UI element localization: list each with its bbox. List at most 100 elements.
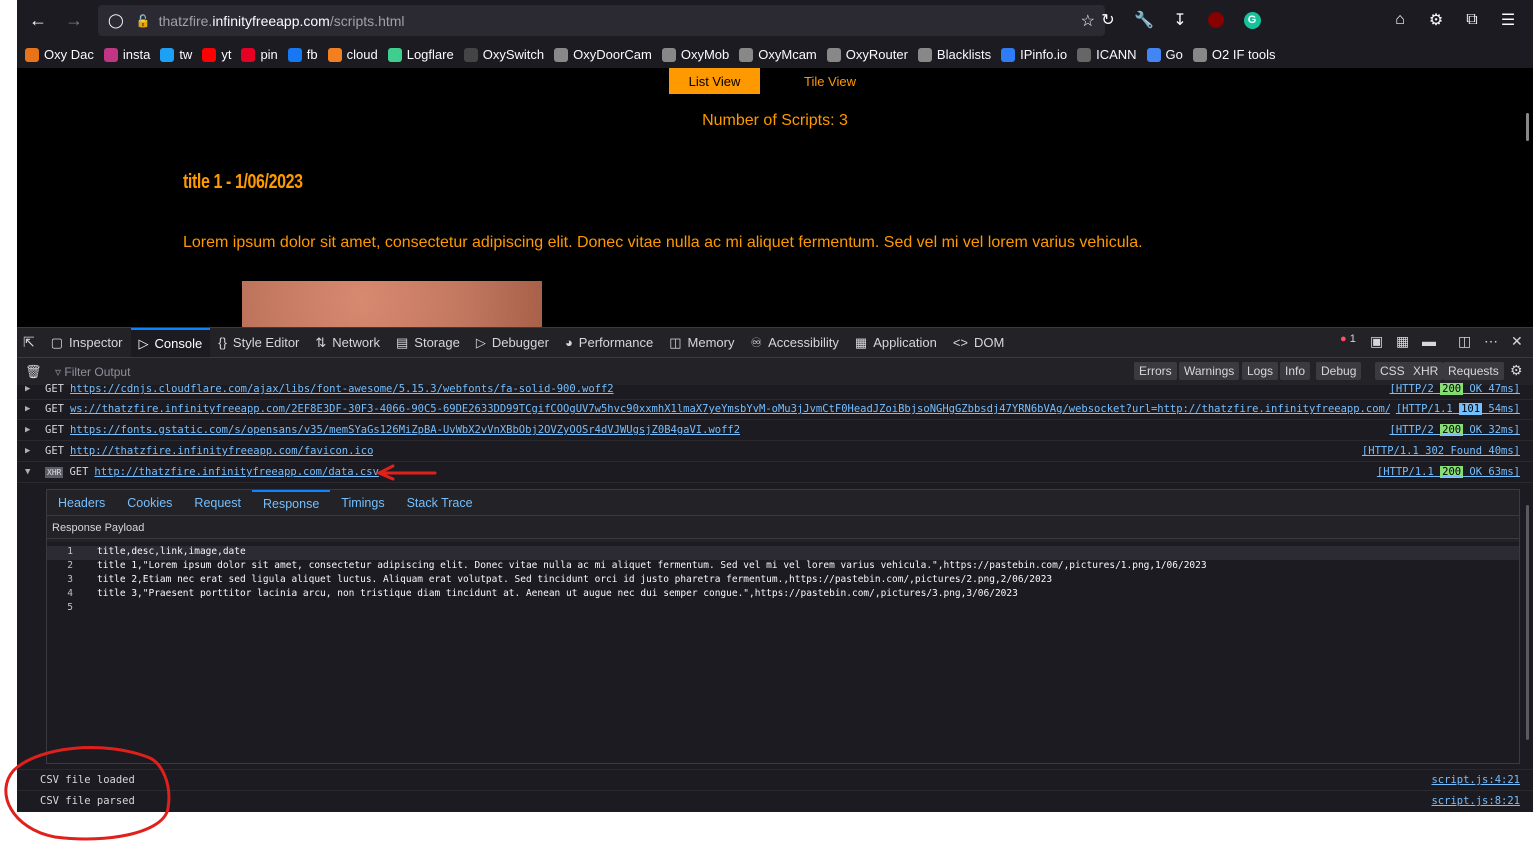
devtools-tab-debugger[interactable]: ▷ Debugger: [468, 328, 557, 358]
request-status[interactable]: [HTTP/1.1 101 54ms]: [1396, 403, 1520, 415]
bookmark-item[interactable]: yt: [202, 47, 231, 62]
message-source-link[interactable]: script.js:4:21: [1431, 774, 1520, 786]
devtools-tab-label: Network: [332, 335, 380, 350]
extensions-gear-icon[interactable]: ⚙: [1425, 9, 1447, 31]
bookmark-item[interactable]: IPinfo.io: [1001, 47, 1067, 62]
dock-icon[interactable]: ◫: [1458, 333, 1471, 350]
bookmark-item[interactable]: Oxy Dac: [25, 47, 94, 62]
collapsed-arrow-icon[interactable]: ▶: [25, 384, 39, 394]
filter-logs[interactable]: Logs: [1242, 362, 1279, 380]
screenshot-icon[interactable]: ▣: [1370, 333, 1383, 350]
collapsed-arrow-icon[interactable]: ▶: [25, 446, 39, 456]
wrench-icon[interactable]: 🔧: [1133, 9, 1155, 31]
request-url[interactable]: https://cdnjs.cloudflare.com/ajax/libs/f…: [70, 383, 614, 395]
network-request-row[interactable]: ▶ GET ws://thatzfire.infinityfreeapp.com/2…: [17, 399, 1533, 420]
filter-css[interactable]: CSS: [1375, 362, 1410, 380]
network-request-row[interactable]: ▼ XHR GET http://thatzfire.infinityfreeapp.…: [17, 462, 1533, 483]
bookmark-item[interactable]: fb: [287, 47, 318, 62]
page-scrollbar[interactable]: [1526, 113, 1529, 141]
request-url[interactable]: ws://thatzfire.infinityfreeapp.com/2EF8E…: [70, 403, 1390, 415]
bookmark-item[interactable]: ICANN: [1077, 47, 1137, 62]
bookmark-item[interactable]: O2 IF tools: [1192, 47, 1275, 62]
star-icon[interactable]: ☆: [1081, 11, 1095, 31]
bookmark-item[interactable]: tw: [160, 47, 192, 62]
back-icon[interactable]: ←: [23, 5, 53, 35]
expanded-arrow-icon[interactable]: ▼: [25, 467, 39, 477]
message-source-link[interactable]: script.js:8:21: [1431, 795, 1520, 807]
bookmark-label: OxyRouter: [845, 47, 908, 62]
console-output: ▶ GET https://cdnjs.cloudflare.com/ajax/li…: [17, 383, 1533, 812]
response-tab-cookies[interactable]: Cookies: [116, 490, 183, 516]
response-tab-response[interactable]: Response: [251, 489, 331, 516]
close-devtools-icon[interactable]: ✕: [1511, 333, 1523, 350]
devtools-tab-inspector[interactable]: ▢ Inspector: [43, 328, 131, 358]
devtools-tab-memory[interactable]: ◫ Memory: [661, 328, 742, 358]
request-url[interactable]: https://fonts.gstatic.com/s/opensans/v35…: [70, 424, 740, 436]
request-status[interactable]: [HTTP/2 200 OK 47ms]: [1390, 383, 1520, 395]
bookmark-item[interactable]: pin: [241, 47, 278, 62]
tile-view-button[interactable]: Tile View: [783, 68, 877, 94]
puzzle-icon[interactable]: ⧉: [1461, 9, 1483, 31]
forward-icon[interactable]: →: [59, 5, 89, 35]
bookmark-item[interactable]: OxySwitch: [463, 47, 544, 62]
reload-icon[interactable]: ↻: [1097, 9, 1119, 31]
response-scrollbar[interactable]: [1526, 505, 1529, 740]
filter-requests[interactable]: Requests: [1443, 362, 1504, 380]
request-url[interactable]: http://thatzfire.infinityfreeapp.com/dat…: [94, 466, 378, 478]
trash-icon[interactable]: 🗑: [25, 364, 42, 380]
bookmark-item[interactable]: cloud: [327, 47, 378, 62]
filter-warnings[interactable]: Warnings: [1179, 362, 1240, 380]
bookmark-item[interactable]: OxyMcam: [739, 47, 817, 62]
devtools-tab-console[interactable]: ▷ Console: [130, 327, 211, 358]
more-options-icon[interactable]: ⋯: [1484, 333, 1498, 350]
grammarly-icon[interactable]: G: [1241, 9, 1263, 31]
devtools-tab-style-editor[interactable]: {} Style Editor: [210, 328, 307, 358]
lock-icon[interactable]: 🔓: [136, 14, 151, 28]
devtools-tab-application[interactable]: ▦ Application: [847, 328, 945, 358]
bookmark-item[interactable]: Logflare: [387, 47, 454, 62]
responsive-icon[interactable]: ▦: [1396, 333, 1409, 350]
console-settings-icon[interactable]: ⚙: [1510, 362, 1523, 379]
bookmark-item[interactable]: OxyRouter: [826, 47, 908, 62]
devtools-tab-performance[interactable]: ◕ Performance: [557, 328, 661, 358]
devtools-tab-accessibility[interactable]: ♾ Accessibility: [742, 328, 846, 358]
bookmark-item[interactable]: Go: [1146, 47, 1183, 62]
request-status[interactable]: [HTTP/1.1 302 Found 40ms]: [1362, 445, 1520, 457]
ublock-icon[interactable]: [1205, 9, 1227, 31]
request-status[interactable]: [HTTP/1.1 200 OK 63ms]: [1377, 466, 1520, 478]
bookmark-item[interactable]: Blacklists: [917, 47, 991, 62]
collapsed-arrow-icon[interactable]: ▶: [25, 425, 39, 435]
devtools-tab-storage[interactable]: ▤ Storage: [388, 328, 468, 358]
pick-element-icon[interactable]: ⇱: [23, 334, 35, 351]
url-bar[interactable]: ◯ 🔓 thatzfire.infinityfreeapp.com/script…: [98, 5, 1105, 36]
ruler-icon[interactable]: ▬: [1422, 333, 1436, 349]
list-view-button[interactable]: List View: [669, 68, 760, 94]
network-request-row[interactable]: ▶ GET https://cdnjs.cloudflare.com/ajax/li…: [17, 379, 1533, 400]
error-indicator[interactable]: ● 1: [1340, 333, 1356, 345]
shield-icon[interactable]: ◯: [108, 12, 124, 29]
response-tab-timings[interactable]: Timings: [330, 490, 395, 516]
url-text[interactable]: thatzfire.infinityfreeapp.com/scripts.ht…: [159, 13, 405, 29]
download-icon[interactable]: ↧: [1169, 9, 1191, 31]
response-tab-request[interactable]: Request: [183, 490, 252, 516]
response-tab-headers[interactable]: Headers: [47, 490, 116, 516]
request-url[interactable]: http://thatzfire.infinityfreeapp.com/fav…: [70, 445, 373, 457]
network-request-row[interactable]: ▶ GET http://thatzfire.infinityfreeapp.com…: [17, 441, 1533, 462]
request-status[interactable]: [HTTP/2 200 OK 32ms]: [1390, 424, 1520, 436]
network-request-row[interactable]: ▶ GET https://fonts.gstatic.com/s/opensans…: [17, 420, 1533, 441]
response-tab-stack-trace[interactable]: Stack Trace: [396, 490, 484, 516]
bookmark-item[interactable]: insta: [103, 47, 150, 62]
collapsed-arrow-icon[interactable]: ▶: [25, 404, 39, 414]
menu-icon[interactable]: ☰: [1497, 9, 1519, 31]
bookmark-item[interactable]: OxyDoorCam: [554, 47, 652, 62]
home-icon[interactable]: ⌂: [1389, 9, 1411, 31]
filter-info[interactable]: Info: [1280, 362, 1311, 380]
filter-xhr[interactable]: XHR: [1408, 362, 1444, 380]
devtools-tab-dom[interactable]: <> DOM: [945, 328, 1013, 358]
filter-output-input[interactable]: ▿ Filter Output: [55, 365, 130, 379]
filter-debug[interactable]: Debug: [1316, 362, 1362, 380]
bookmark-item[interactable]: OxyMob: [661, 47, 729, 62]
filter-errors[interactable]: Errors: [1134, 362, 1177, 380]
devtools-tab-network[interactable]: ⇅ Network: [307, 328, 388, 358]
bookmark-icon: [1192, 47, 1207, 62]
